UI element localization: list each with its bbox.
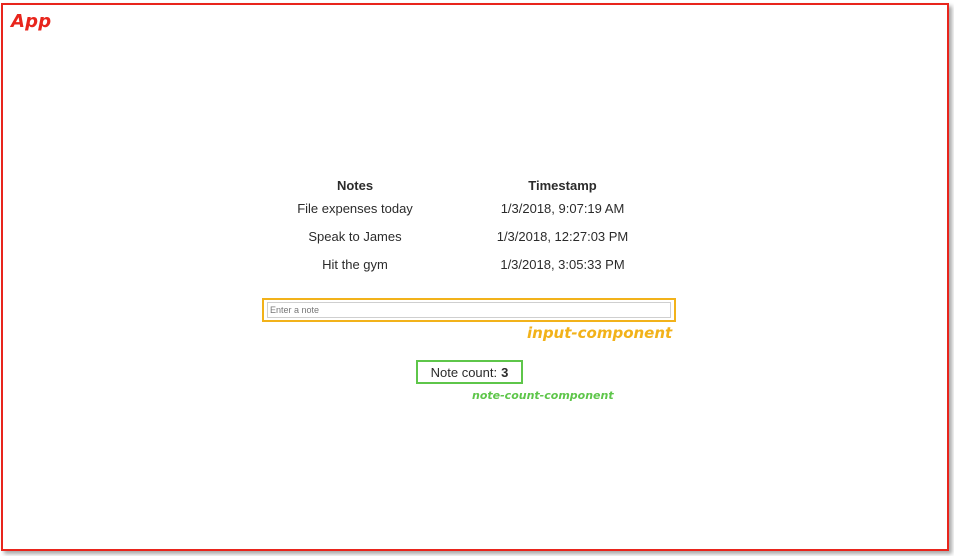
table-header-row: Notes Timestamp xyxy=(286,176,701,194)
input-component-label: input-component xyxy=(527,324,673,342)
timestamp-column-header: Timestamp xyxy=(528,177,597,193)
note-count-value: 3 xyxy=(501,364,509,380)
note-count-component-label: note-count-component xyxy=(472,389,614,402)
app-label: App xyxy=(11,11,52,32)
note-cell: Speak to James xyxy=(308,228,402,244)
note-cell: File expenses today xyxy=(297,200,413,216)
timestamp-cell: 1/3/2018, 12:27:03 PM xyxy=(496,228,629,244)
notes-table: Notes Timestamp File expenses today 1/3/… xyxy=(286,176,701,278)
table-row: Hit the gym 1/3/2018, 3:05:33 PM xyxy=(286,250,701,278)
note-input[interactable] xyxy=(267,302,671,318)
notes-column-header: Notes xyxy=(336,177,374,193)
note-count-text: Note count: xyxy=(430,364,498,380)
table-row: File expenses today 1/3/2018, 9:07:19 AM xyxy=(286,194,701,222)
table-row: Speak to James 1/3/2018, 12:27:03 PM xyxy=(286,222,701,250)
timestamp-cell: 1/3/2018, 9:07:19 AM xyxy=(500,200,625,216)
input-component-outline xyxy=(262,298,676,322)
note-cell: Hit the gym xyxy=(322,256,388,272)
timestamp-cell: 1/3/2018, 3:05:33 PM xyxy=(500,256,625,272)
note-count-component-outline: Note count: 3 xyxy=(416,360,523,384)
